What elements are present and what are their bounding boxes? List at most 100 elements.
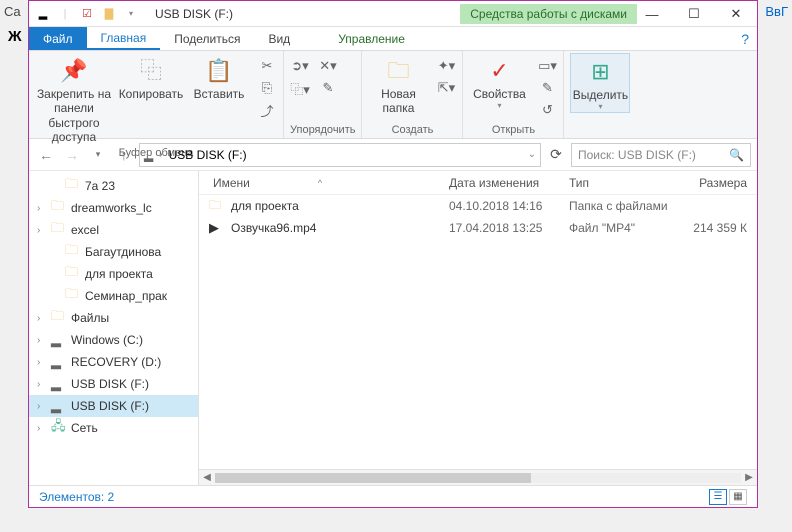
help-icon[interactable]: ? bbox=[733, 27, 757, 50]
bg-text-right: ВвГ bbox=[765, 4, 788, 19]
new-item-icon[interactable]: ✦▾ bbox=[436, 57, 456, 75]
properties-button[interactable]: ✓ Свойства ▾ bbox=[469, 53, 529, 111]
col-date[interactable]: Дата изменения bbox=[449, 176, 569, 190]
file-type: Файл "MP4" bbox=[569, 221, 689, 235]
close-button[interactable]: ✕ bbox=[715, 1, 757, 27]
minimize-button[interactable]: — bbox=[631, 1, 673, 27]
file-date: 04.10.2018 14:16 bbox=[449, 199, 569, 213]
scroll-thumb[interactable] bbox=[215, 473, 531, 483]
expand-icon[interactable]: › bbox=[37, 357, 47, 368]
scroll-left-icon[interactable]: ◀ bbox=[199, 472, 215, 483]
tree-item[interactable]: ›🗀Файлы bbox=[29, 307, 198, 329]
nav-tree[interactable]: 🗀7а 23›🗀dreamworks_lc›🗀excel🗀Багаутдинов… bbox=[29, 171, 199, 485]
back-button[interactable]: ← bbox=[35, 144, 57, 166]
expand-icon[interactable]: › bbox=[37, 335, 47, 346]
group-label-select bbox=[570, 134, 630, 138]
horizontal-scrollbar[interactable]: ◀ ▶ bbox=[199, 469, 757, 485]
list-rows[interactable]: 🗀для проекта04.10.2018 14:16Папка с файл… bbox=[199, 195, 757, 469]
search-field[interactable]: Поиск: USB DISK (F:) 🔍 bbox=[571, 143, 751, 167]
file-row[interactable]: ▶Озвучка96.mp417.04.2018 13:25Файл "MP4"… bbox=[199, 217, 757, 239]
copy-button[interactable]: ⿻ Копировать bbox=[121, 53, 181, 101]
tree-item[interactable]: 🗀Семинар_прак bbox=[29, 285, 198, 307]
address-path: USB DISK (F:) bbox=[169, 148, 247, 162]
scroll-track[interactable] bbox=[215, 473, 741, 483]
bg-text-left: Ca bbox=[4, 4, 21, 19]
tree-label: USB DISK (F:) bbox=[71, 399, 149, 413]
expand-icon[interactable]: › bbox=[37, 225, 47, 236]
tree-item[interactable]: ›🖧Сеть bbox=[29, 417, 198, 439]
easy-access-icon[interactable]: ⇱▾ bbox=[436, 79, 456, 97]
tree-label: Багаутдинова bbox=[85, 245, 161, 259]
paste-shortcut-icon[interactable]: ⤴ bbox=[257, 101, 277, 119]
up-button[interactable]: ↑ bbox=[113, 144, 135, 166]
list-header[interactable]: Имени^ Дата изменения Тип Размера bbox=[199, 171, 757, 195]
titlebar[interactable]: ▂ | ☑ ▇ ▾ USB DISK (F:) Средства работы … bbox=[29, 1, 757, 27]
file-name: для проекта bbox=[231, 199, 449, 213]
group-label-organize: Упорядочить bbox=[290, 122, 355, 138]
bg-text-bold: Ж bbox=[8, 28, 22, 45]
move-to-icon[interactable]: ➲▾ bbox=[290, 57, 310, 75]
copy-to-icon[interactable]: ⿻▾ bbox=[290, 79, 310, 97]
history-icon[interactable]: ↺ bbox=[537, 101, 557, 119]
cut-icon[interactable]: ✂ bbox=[257, 57, 277, 75]
tab-view[interactable]: Вид bbox=[254, 27, 304, 50]
tree-item[interactable]: ›🗀excel bbox=[29, 219, 198, 241]
col-type[interactable]: Тип bbox=[569, 176, 689, 190]
recent-dropdown[interactable]: ▾ bbox=[87, 144, 109, 166]
open-icon[interactable]: ▭▾ bbox=[537, 57, 557, 75]
copy-path-icon[interactable]: ⎘ bbox=[257, 79, 277, 97]
scroll-right-icon[interactable]: ▶ bbox=[741, 472, 757, 483]
tree-item[interactable]: ›▂USB DISK (F:) bbox=[29, 373, 198, 395]
address-field[interactable]: ▂ › USB DISK (F:) ⌄ bbox=[139, 143, 541, 167]
refresh-button[interactable]: ⟳ bbox=[545, 144, 567, 166]
expand-icon[interactable]: › bbox=[37, 313, 47, 324]
checkbox-icon[interactable]: ☑ bbox=[79, 6, 95, 22]
file-list: Имени^ Дата изменения Тип Размера 🗀 для п… bbox=[199, 171, 757, 485]
rename-icon[interactable]: ✎ bbox=[318, 79, 338, 97]
select-button[interactable]: ⊞ Выделить ▾ bbox=[570, 53, 630, 113]
tab-home[interactable]: Главная bbox=[87, 27, 161, 50]
details-view-button[interactable]: ☰ bbox=[709, 489, 727, 505]
forward-button[interactable]: → bbox=[61, 144, 83, 166]
folder-icon: 🗀 bbox=[209, 196, 225, 217]
file-row[interactable]: 🗀для проекта04.10.2018 14:16Папка с файл… bbox=[199, 195, 757, 217]
tab-file[interactable]: Файл bbox=[29, 27, 87, 50]
expand-icon[interactable]: › bbox=[37, 379, 47, 390]
window-title: USB DISK (F:) bbox=[155, 7, 233, 21]
delete-icon[interactable]: ✕▾ bbox=[318, 57, 338, 75]
tree-item[interactable]: ›🗀dreamworks_lc bbox=[29, 197, 198, 219]
tree-item[interactable]: 🗀Багаутдинова bbox=[29, 241, 198, 263]
tree-item[interactable]: 🗀7а 23 bbox=[29, 175, 198, 197]
paste-button[interactable]: 📋 Вставить bbox=[189, 53, 249, 101]
search-icon: 🔍 bbox=[729, 148, 744, 162]
expand-icon[interactable]: › bbox=[37, 203, 47, 214]
col-name[interactable]: Имени bbox=[213, 176, 250, 190]
expand-icon[interactable]: › bbox=[37, 423, 47, 434]
drive-thumb-icon: ▂ bbox=[144, 148, 153, 162]
folder-icon[interactable]: ▇ bbox=[101, 6, 117, 22]
address-expand-icon[interactable]: ⌄ bbox=[528, 149, 536, 160]
new-folder-button[interactable]: 🗀 Новая папка bbox=[368, 53, 428, 116]
edit-icon[interactable]: ✎ bbox=[537, 79, 557, 97]
address-dropdown-icon[interactable]: › bbox=[159, 149, 162, 160]
file-date: 17.04.2018 13:25 bbox=[449, 221, 569, 235]
tab-share[interactable]: Поделиться bbox=[160, 27, 254, 50]
ribbon-tabs: Файл Главная Поделиться Вид Управление ? bbox=[29, 27, 757, 51]
group-select: ⊞ Выделить ▾ bbox=[564, 51, 636, 138]
tree-label: dreamworks_lc bbox=[71, 201, 152, 215]
group-label-create: Создать bbox=[368, 122, 456, 138]
file-size: 214 359 К bbox=[689, 221, 757, 235]
col-size[interactable]: Размера bbox=[689, 176, 757, 190]
pin-button[interactable]: 📌 Закрепить на панели быстрого доступа bbox=[35, 53, 113, 145]
tree-item[interactable]: ›▂USB DISK (F:) bbox=[29, 395, 198, 417]
file-name: Озвучка96.mp4 bbox=[231, 221, 449, 235]
tab-manage[interactable]: Управление bbox=[324, 27, 419, 50]
maximize-button[interactable]: ☐ bbox=[673, 1, 715, 27]
qat-dropdown-icon[interactable]: ▾ bbox=[123, 6, 139, 22]
tree-item[interactable]: ›▂Windows (C:) bbox=[29, 329, 198, 351]
tree-label: для проекта bbox=[85, 267, 153, 281]
tree-item[interactable]: ›▂RECOVERY (D:) bbox=[29, 351, 198, 373]
icons-view-button[interactable]: ▦ bbox=[729, 489, 747, 505]
expand-icon[interactable]: › bbox=[37, 401, 47, 412]
tree-item[interactable]: 🗀для проекта bbox=[29, 263, 198, 285]
